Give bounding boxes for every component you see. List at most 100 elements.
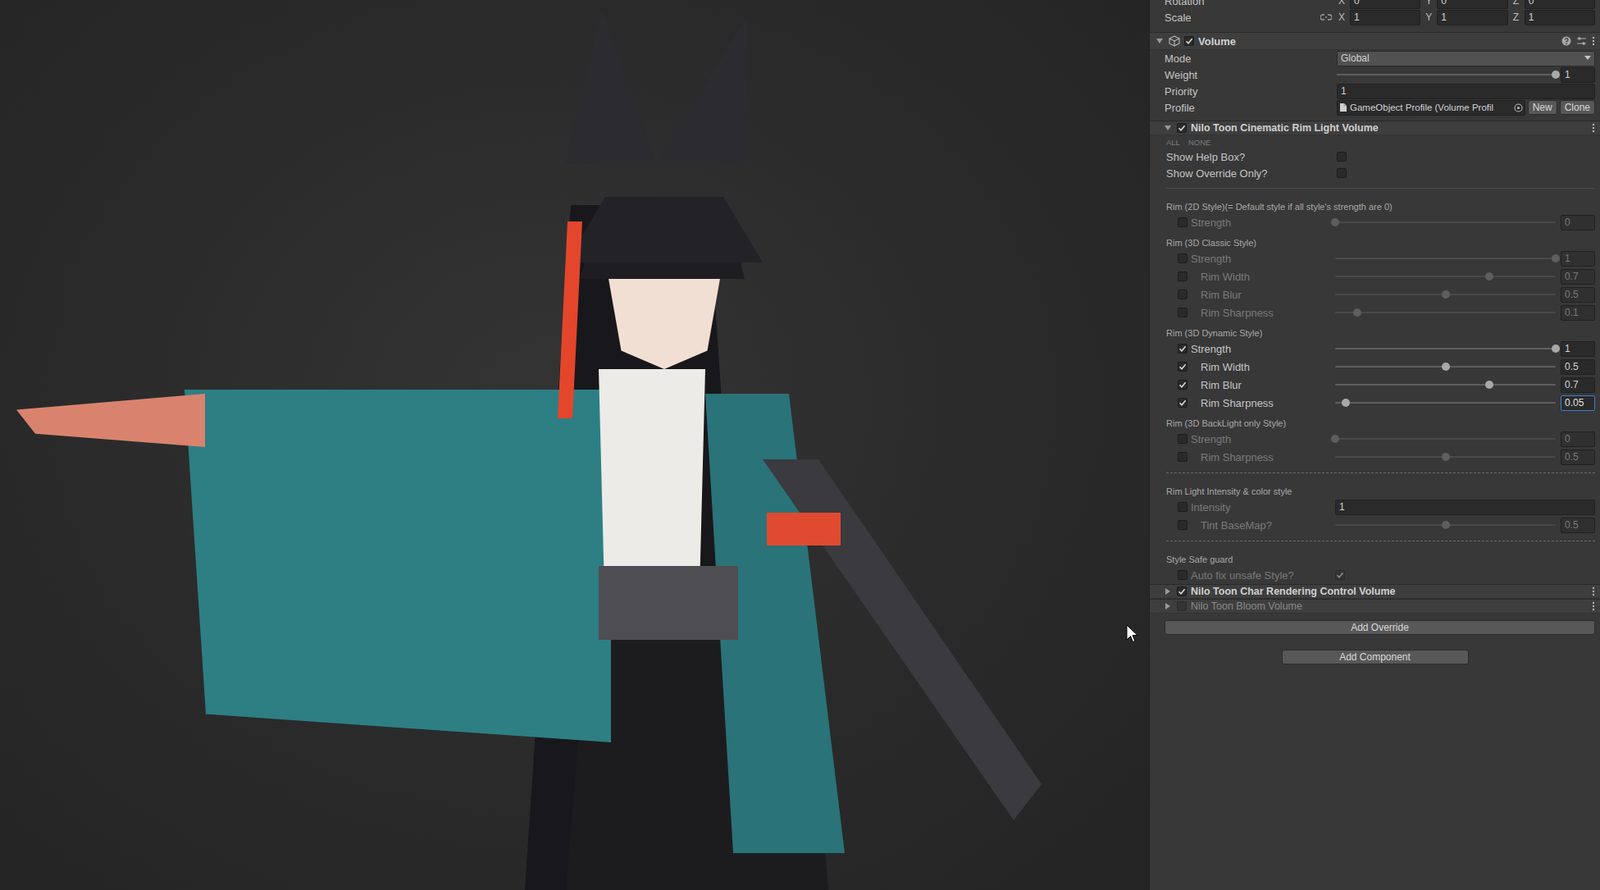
axis-label[interactable]: Y [1425, 11, 1434, 23]
slider-knob[interactable] [1441, 520, 1450, 529]
expand-arrow[interactable] [1165, 588, 1171, 595]
checkbox[interactable] [1177, 569, 1188, 580]
slider-knob[interactable] [1331, 434, 1340, 443]
number-field[interactable]: 1 [1349, 9, 1421, 26]
value-field[interactable]: 0 [1560, 431, 1596, 447]
checkbox[interactable] [1177, 361, 1188, 372]
value-field[interactable]: 1 [1560, 67, 1596, 83]
add-component-button[interactable]: Add Component [1281, 649, 1469, 665]
checkbox[interactable] [1177, 307, 1188, 318]
checkbox[interactable] [1177, 433, 1188, 444]
mode-dropdown[interactable]: Global [1336, 50, 1596, 67]
checkbox[interactable] [1177, 397, 1188, 408]
value-field[interactable]: 0 [1560, 214, 1596, 231]
number-field[interactable]: 0 [1436, 0, 1508, 10]
value-field[interactable]: 1 [1560, 341, 1596, 357]
slider-knob[interactable] [1551, 344, 1560, 353]
checkbox[interactable] [1177, 289, 1188, 300]
slider-knob[interactable] [1485, 380, 1494, 389]
number-field[interactable]: 1 [1436, 9, 1508, 26]
slider-track[interactable] [1335, 395, 1556, 411]
toggle-link[interactable]: ALL [1166, 137, 1181, 147]
slider-track[interactable] [1335, 377, 1556, 393]
number-field[interactable]: 0 [1524, 0, 1596, 10]
slider-track[interactable] [1335, 305, 1556, 320]
slider-track[interactable] [1335, 268, 1556, 284]
slider-track[interactable] [1335, 214, 1556, 230]
number-field[interactable]: 0 [1349, 0, 1421, 10]
profile-object-field[interactable]: GameObject Profile (Volume Profil [1336, 100, 1526, 116]
axis-label[interactable]: X [1338, 11, 1347, 23]
checkbox[interactable] [1177, 501, 1188, 512]
value-field[interactable]: 0.7 [1560, 377, 1596, 393]
param-row: Rim Sharpness0.1 [1149, 303, 1600, 322]
checkbox[interactable] [1177, 253, 1188, 264]
value-field[interactable]: 0.5 [1560, 359, 1596, 375]
checkbox[interactable] [1177, 217, 1188, 228]
checkbox[interactable] [1184, 36, 1195, 46]
slider-track[interactable] [1335, 431, 1556, 447]
checkbox[interactable] [1176, 586, 1187, 597]
override-header[interactable]: Nilo Toon Char Rendering Control Volume [1149, 583, 1600, 599]
value-field[interactable]: 0.5 [1560, 517, 1596, 534]
checkbox[interactable] [1177, 271, 1188, 282]
field-label: Show Override Only? [1166, 167, 1337, 180]
slider-track[interactable] [1335, 449, 1556, 465]
expand-arrow[interactable] [1156, 38, 1163, 44]
help-icon [1561, 36, 1572, 46]
number-field[interactable]: 1 [1335, 499, 1596, 516]
slider-track[interactable] [1335, 287, 1556, 302]
add-override-button[interactable]: Add Override [1164, 619, 1596, 635]
toggle-link[interactable]: NONE [1188, 137, 1211, 147]
checkbox[interactable] [1336, 151, 1347, 162]
scene-viewport[interactable] [0, 0, 1149, 890]
param-row: Rim Sharpness0.5 [1149, 447, 1600, 466]
number-field[interactable]: 1 [1336, 83, 1596, 100]
checkbox[interactable] [1177, 343, 1188, 354]
slider-track[interactable] [1335, 359, 1556, 374]
red-bracelet [766, 512, 841, 546]
slider-knob[interactable] [1341, 398, 1350, 407]
slider-knob[interactable] [1441, 452, 1450, 461]
slider-track[interactable] [1335, 250, 1556, 266]
axis-label[interactable]: X [1338, 0, 1347, 7]
checkbox[interactable] [1336, 168, 1347, 178]
slider-track[interactable] [1335, 517, 1556, 533]
param-control: 0.5 [1335, 359, 1596, 375]
slider-knob[interactable] [1441, 290, 1450, 299]
checkbox[interactable] [1335, 569, 1345, 580]
axis-label[interactable]: Y [1425, 0, 1434, 7]
value-field[interactable]: 0.5 [1560, 287, 1596, 303]
component-header[interactable]: Volume [1149, 31, 1600, 51]
slider-knob[interactable] [1353, 308, 1362, 317]
param-label: Strength [1187, 216, 1336, 229]
slider-knob[interactable] [1551, 254, 1560, 263]
value-field[interactable]: 0.1 [1560, 305, 1596, 321]
slider-knob[interactable] [1441, 362, 1450, 371]
axis-label[interactable]: Z [1513, 0, 1522, 7]
slider-knob[interactable] [1551, 70, 1560, 79]
value-field[interactable]: 0.5 [1560, 449, 1596, 465]
checkbox[interactable] [1177, 379, 1188, 390]
menu-dots-icon [1591, 586, 1596, 597]
checkbox[interactable] [1177, 519, 1188, 530]
expand-arrow[interactable] [1164, 125, 1172, 131]
override-header[interactable]: Nilo Toon Bloom Volume [1149, 598, 1600, 614]
checkbox[interactable] [1177, 451, 1188, 462]
value-field[interactable]: 0.7 [1560, 268, 1596, 285]
slider-knob[interactable] [1331, 218, 1340, 227]
number-field[interactable]: 1 [1524, 9, 1596, 26]
value-field[interactable]: 0.05 [1560, 395, 1596, 411]
slider-knob[interactable] [1485, 272, 1494, 281]
expand-arrow[interactable] [1165, 602, 1171, 610]
field-control: GameObject Profile (Volume ProfilNewClon… [1336, 100, 1596, 116]
new-button[interactable]: New [1527, 100, 1558, 115]
checkbox[interactable] [1176, 123, 1187, 133]
checkbox[interactable] [1176, 601, 1187, 611]
clone-button[interactable]: Clone [1559, 100, 1596, 115]
slider-track[interactable] [1336, 67, 1556, 83]
slider-track[interactable] [1335, 341, 1556, 356]
axis-label[interactable]: Z [1513, 11, 1522, 23]
override-header[interactable]: Nilo Toon Cinematic Rim Light Volume [1149, 120, 1600, 136]
value-field[interactable]: 1 [1560, 250, 1596, 267]
